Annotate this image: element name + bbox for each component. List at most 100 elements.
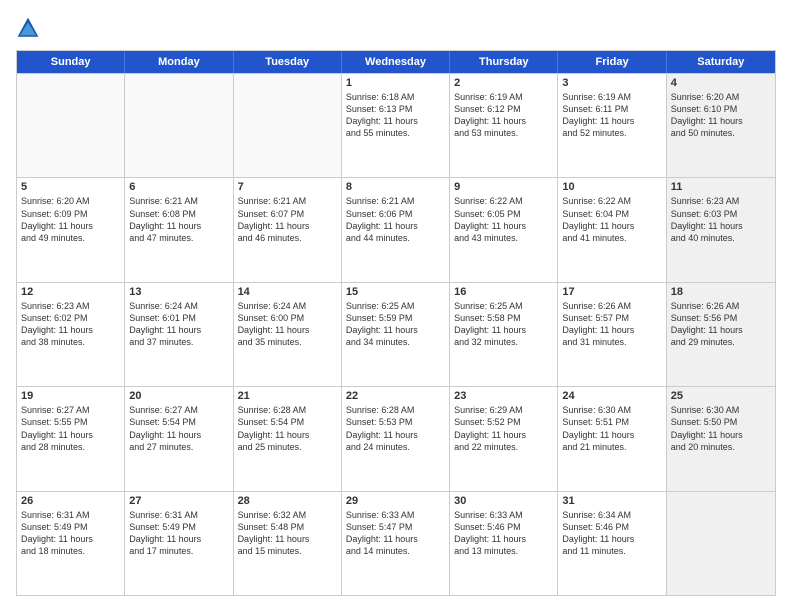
sunset-text: Sunset: 5:56 PM — [671, 312, 771, 324]
day-number: 9 — [454, 181, 553, 193]
daylight-text-1: Daylight: 11 hours — [454, 324, 553, 336]
day-number: 22 — [346, 390, 445, 402]
day-number: 7 — [238, 181, 337, 193]
day-number: 16 — [454, 286, 553, 298]
day-cell-11: 11Sunrise: 6:23 AMSunset: 6:03 PMDayligh… — [667, 178, 775, 281]
day-number: 6 — [129, 181, 228, 193]
sunset-text: Sunset: 6:13 PM — [346, 103, 445, 115]
daylight-text-1: Daylight: 11 hours — [671, 220, 771, 232]
header-day-wednesday: Wednesday — [342, 51, 450, 73]
day-cell-18: 18Sunrise: 6:26 AMSunset: 5:56 PMDayligh… — [667, 283, 775, 386]
day-number: 12 — [21, 286, 120, 298]
sunrise-text: Sunrise: 6:29 AM — [454, 404, 553, 416]
header-day-tuesday: Tuesday — [234, 51, 342, 73]
day-number: 26 — [21, 495, 120, 507]
sunrise-text: Sunrise: 6:24 AM — [129, 300, 228, 312]
calendar-row-4: 19Sunrise: 6:27 AMSunset: 5:55 PMDayligh… — [17, 386, 775, 490]
sunset-text: Sunset: 5:50 PM — [671, 416, 771, 428]
day-number: 13 — [129, 286, 228, 298]
sunset-text: Sunset: 6:02 PM — [21, 312, 120, 324]
day-cell-21: 21Sunrise: 6:28 AMSunset: 5:54 PMDayligh… — [234, 387, 342, 490]
day-cell-31: 31Sunrise: 6:34 AMSunset: 5:46 PMDayligh… — [558, 492, 666, 595]
empty-cell-0-2 — [234, 74, 342, 177]
sunrise-text: Sunrise: 6:23 AM — [671, 195, 771, 207]
calendar-header: SundayMondayTuesdayWednesdayThursdayFrid… — [17, 51, 775, 73]
daylight-text-1: Daylight: 11 hours — [129, 429, 228, 441]
sunrise-text: Sunrise: 6:20 AM — [21, 195, 120, 207]
day-cell-3: 3Sunrise: 6:19 AMSunset: 6:11 PMDaylight… — [558, 74, 666, 177]
daylight-text-1: Daylight: 11 hours — [562, 533, 661, 545]
day-number: 3 — [562, 77, 661, 89]
header-day-thursday: Thursday — [450, 51, 558, 73]
day-cell-28: 28Sunrise: 6:32 AMSunset: 5:48 PMDayligh… — [234, 492, 342, 595]
daylight-text-1: Daylight: 11 hours — [346, 533, 445, 545]
sunset-text: Sunset: 5:51 PM — [562, 416, 661, 428]
sunrise-text: Sunrise: 6:19 AM — [454, 91, 553, 103]
sunset-text: Sunset: 6:12 PM — [454, 103, 553, 115]
sunset-text: Sunset: 5:47 PM — [346, 521, 445, 533]
daylight-text-2: and 34 minutes. — [346, 336, 445, 348]
sunrise-text: Sunrise: 6:26 AM — [671, 300, 771, 312]
sunrise-text: Sunrise: 6:26 AM — [562, 300, 661, 312]
sunrise-text: Sunrise: 6:21 AM — [129, 195, 228, 207]
day-cell-10: 10Sunrise: 6:22 AMSunset: 6:04 PMDayligh… — [558, 178, 666, 281]
day-cell-25: 25Sunrise: 6:30 AMSunset: 5:50 PMDayligh… — [667, 387, 775, 490]
daylight-text-1: Daylight: 11 hours — [562, 324, 661, 336]
daylight-text-1: Daylight: 11 hours — [21, 533, 120, 545]
day-cell-16: 16Sunrise: 6:25 AMSunset: 5:58 PMDayligh… — [450, 283, 558, 386]
daylight-text-1: Daylight: 11 hours — [671, 429, 771, 441]
daylight-text-2: and 49 minutes. — [21, 232, 120, 244]
calendar-row-5: 26Sunrise: 6:31 AMSunset: 5:49 PMDayligh… — [17, 491, 775, 595]
day-number: 14 — [238, 286, 337, 298]
daylight-text-2: and 53 minutes. — [454, 127, 553, 139]
day-cell-2: 2Sunrise: 6:19 AMSunset: 6:12 PMDaylight… — [450, 74, 558, 177]
sunrise-text: Sunrise: 6:33 AM — [346, 509, 445, 521]
daylight-text-2: and 43 minutes. — [454, 232, 553, 244]
daylight-text-1: Daylight: 11 hours — [346, 324, 445, 336]
empty-cell-0-1 — [125, 74, 233, 177]
daylight-text-1: Daylight: 11 hours — [346, 220, 445, 232]
sunset-text: Sunset: 5:46 PM — [454, 521, 553, 533]
day-number: 5 — [21, 181, 120, 193]
daylight-text-1: Daylight: 11 hours — [454, 220, 553, 232]
sunset-text: Sunset: 5:54 PM — [238, 416, 337, 428]
day-cell-26: 26 Sunrise: 6:31 AMSunset: 5:49 PMDayligh… — [17, 492, 125, 595]
daylight-text-2: and 41 minutes. — [562, 232, 661, 244]
sunset-text: Sunset: 5:48 PM — [238, 521, 337, 533]
empty-cell-4-6 — [667, 492, 775, 595]
day-number: 23 — [454, 390, 553, 402]
day-cell-20: 20Sunrise: 6:27 AMSunset: 5:54 PMDayligh… — [125, 387, 233, 490]
sunset-text: Sunset: 6:08 PM — [129, 208, 228, 220]
day-number: 8 — [346, 181, 445, 193]
daylight-text-1: Daylight: 11 hours — [21, 220, 120, 232]
day-cell-7: 7Sunrise: 6:21 AMSunset: 6:07 PMDaylight… — [234, 178, 342, 281]
day-number: 28 — [238, 495, 337, 507]
sunrise-text: Sunrise: 6:31 AM — [21, 509, 120, 521]
day-number: 15 — [346, 286, 445, 298]
day-number: 10 — [562, 181, 661, 193]
sunset-text: Sunset: 5:49 PM — [129, 521, 228, 533]
calendar-row-2: 5Sunrise: 6:20 AMSunset: 6:09 PMDaylight… — [17, 177, 775, 281]
daylight-text-1: Daylight: 11 hours — [346, 115, 445, 127]
daylight-text-2: and 28 minutes. — [21, 441, 120, 453]
day-number: 4 — [671, 77, 771, 89]
day-number: 20 — [129, 390, 228, 402]
day-number: 25 — [671, 390, 771, 402]
daylight-text-1: Daylight: 11 hours — [238, 220, 337, 232]
sunset-text: Sunset: 6:01 PM — [129, 312, 228, 324]
sunset-text: Sunset: 5:49 PM — [21, 521, 120, 533]
daylight-text-2: and 15 minutes. — [238, 545, 337, 557]
sunrise-text: Sunrise: 6:25 AM — [454, 300, 553, 312]
header-day-monday: Monday — [125, 51, 233, 73]
daylight-text-1: Daylight: 11 hours — [21, 324, 120, 336]
sunset-text: Sunset: 5:53 PM — [346, 416, 445, 428]
daylight-text-1: Daylight: 11 hours — [129, 533, 228, 545]
daylight-text-2: and 20 minutes. — [671, 441, 771, 453]
daylight-text-1: Daylight: 11 hours — [129, 220, 228, 232]
daylight-text-2: and 27 minutes. — [129, 441, 228, 453]
daylight-text-1: Daylight: 11 hours — [562, 115, 661, 127]
daylight-text-1: Daylight: 11 hours — [129, 324, 228, 336]
sunset-text: Sunset: 5:57 PM — [562, 312, 661, 324]
sunrise-text: Sunrise: 6:34 AM — [562, 509, 661, 521]
sunrise-text: Sunrise: 6:21 AM — [346, 195, 445, 207]
